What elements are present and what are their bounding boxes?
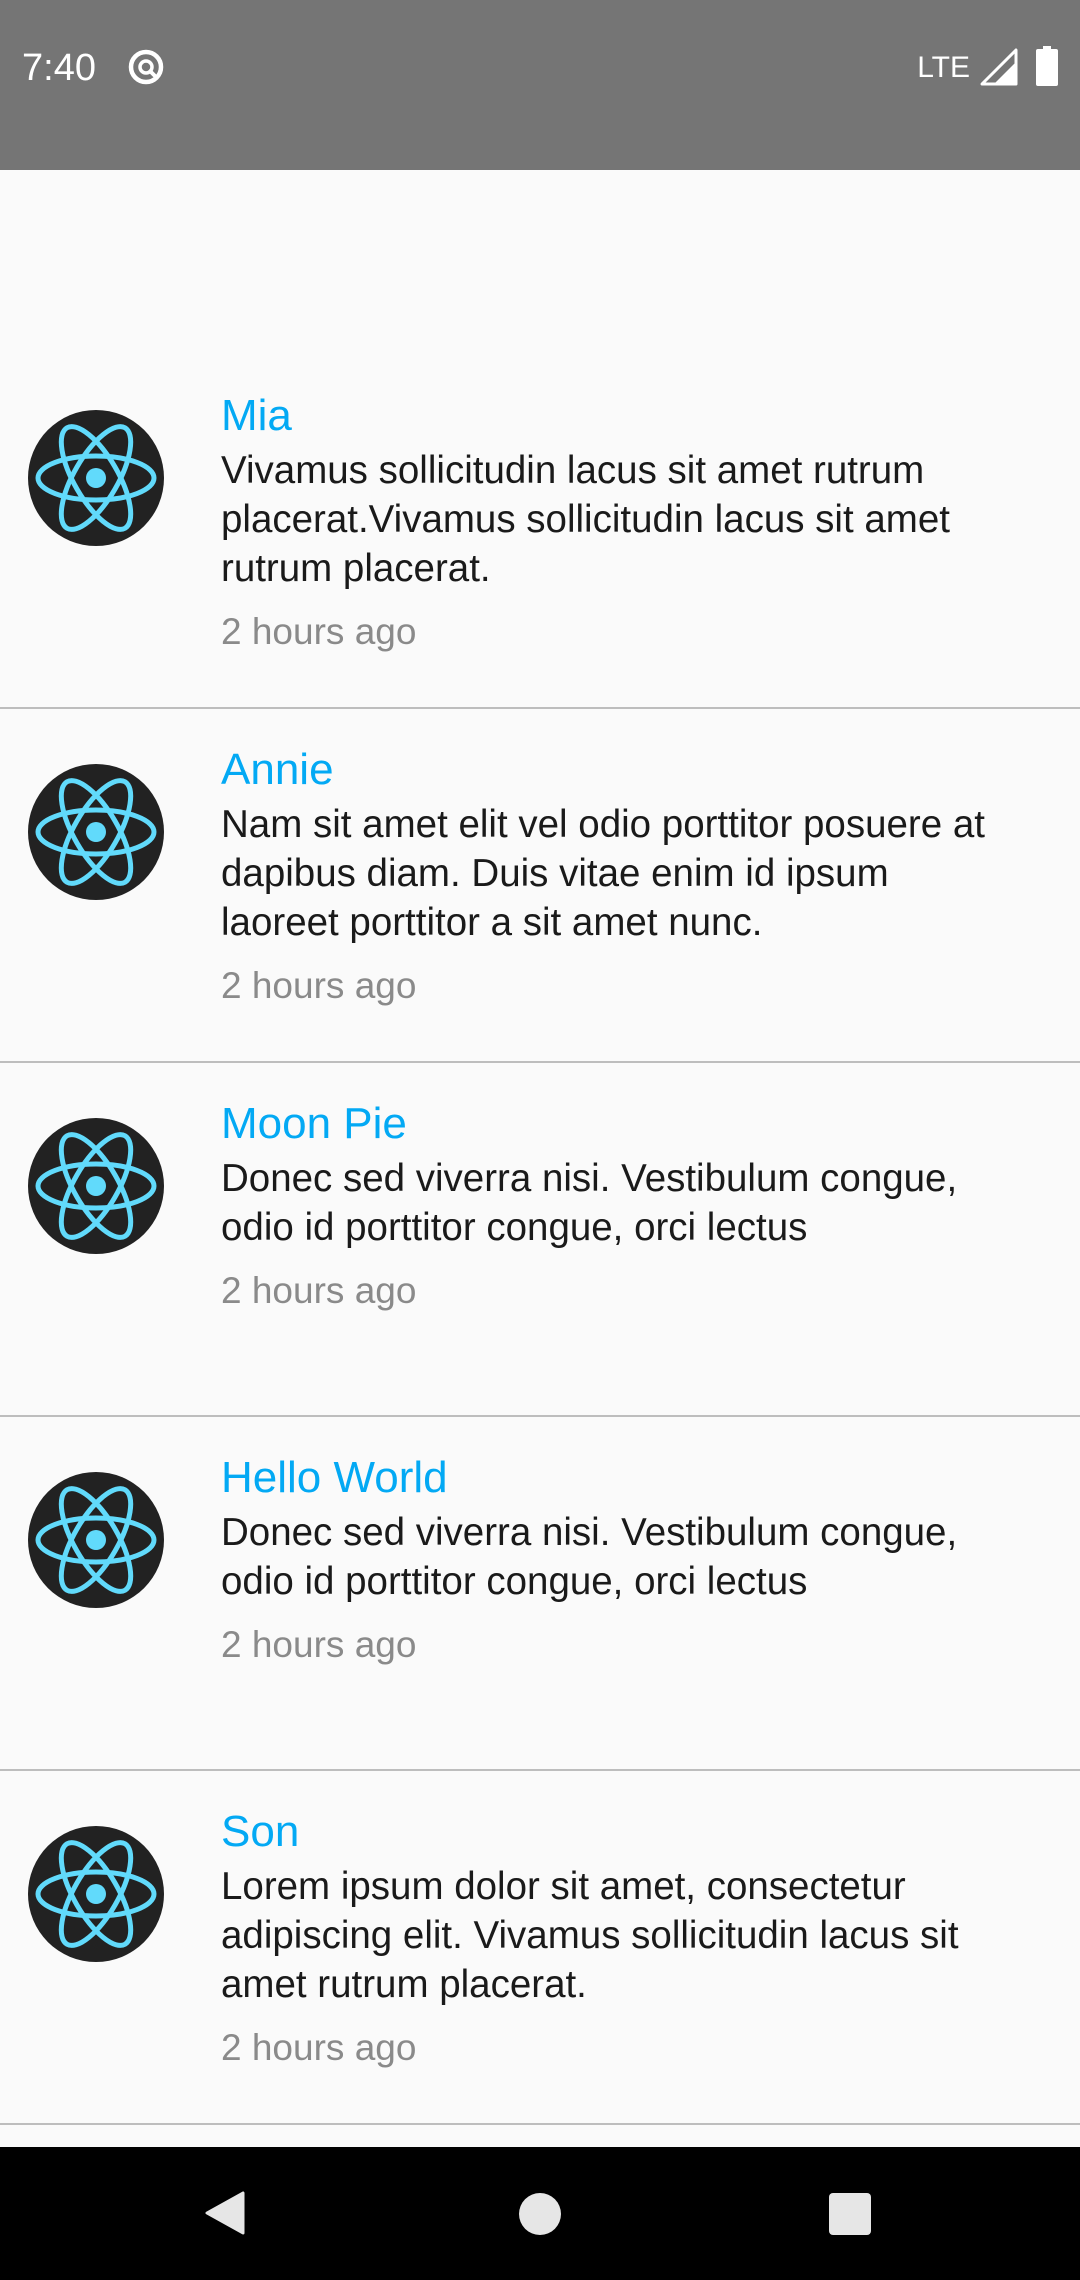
- avatar: [28, 764, 164, 900]
- list-item[interactable]: Moon Pie Donec sed viverra nisi. Vestibul…: [0, 1063, 1080, 1417]
- status-bar: 7:40 LTE: [0, 0, 1080, 170]
- screen: 7:40 LTE adipiscing elit. Vivamus sollic…: [0, 0, 1080, 2280]
- react-logo-icon: [35, 1486, 157, 1594]
- react-logo-icon: [35, 1132, 157, 1240]
- list-item-text: Annie Nam sit amet elit vel odio porttito…: [221, 741, 1001, 1010]
- list-item-name: Moon Pie: [221, 1099, 407, 1148]
- status-time: 7:40: [22, 47, 96, 89]
- list-item-timestamp: 2 hours ago: [221, 1270, 417, 1311]
- list-item-message: Vivamus sollicitudin lacus sit amet rutr…: [221, 449, 950, 590]
- list-item-message: Lorem ipsum dolor sit amet, consectetur …: [221, 1865, 959, 2006]
- list-item-text: Moon Pie Donec sed viverra nisi. Vestibul…: [221, 1095, 1001, 1315]
- back-icon[interactable]: [203, 2191, 247, 2235]
- list-item-message: Donec sed viverra nisi. Vestibulum congu…: [221, 1157, 958, 1249]
- list-item-timestamp: 2 hours ago: [221, 965, 417, 1006]
- list-item-text: Son Lorem ipsum dolor sit amet, consectet…: [221, 1803, 1001, 2072]
- list-item[interactable]: Mia Vivamus sollicitudin lacus sit amet r…: [0, 355, 1080, 709]
- list-item-message: Nam sit amet elit vel odio porttitor pos…: [221, 803, 985, 944]
- signal-icon: [980, 48, 1018, 86]
- avatar: [28, 1118, 164, 1254]
- list-item[interactable]: Son Lorem ipsum dolor sit amet, consectet…: [0, 1771, 1080, 2125]
- list-item[interactable]: Annie Nam sit amet elit vel odio porttito…: [0, 709, 1080, 1063]
- battery-icon: [1036, 46, 1058, 86]
- list-item-timestamp: 2 hours ago: [221, 1624, 417, 1665]
- sync-icon: [128, 49, 164, 85]
- list-item-text: Mia Vivamus sollicitudin lacus sit amet r…: [221, 387, 1001, 656]
- home-icon[interactable]: [519, 2193, 561, 2235]
- react-logo-icon: [35, 1840, 157, 1948]
- list-item-timestamp: 2 hours ago: [221, 611, 417, 652]
- recents-icon[interactable]: [829, 2193, 871, 2235]
- list-item-name: Hello World: [221, 1453, 448, 1502]
- avatar: [28, 1472, 164, 1608]
- list-item[interactable]: Hello World Donec sed viverra nisi. Vesti…: [0, 1417, 1080, 1771]
- list-item-name: Annie: [221, 745, 334, 794]
- react-logo-icon: [35, 778, 157, 886]
- react-logo-icon: [35, 424, 157, 532]
- navigation-bar: [0, 2147, 1080, 2280]
- list-item-name: Son: [221, 1807, 300, 1856]
- list-item-text: Hello World Donec sed viverra nisi. Vesti…: [221, 1449, 1001, 1669]
- list-item-timestamp: 2 hours ago: [221, 2027, 417, 2068]
- network-type: LTE: [917, 51, 970, 84]
- avatar: [28, 410, 164, 546]
- avatar: [28, 1826, 164, 1962]
- list-item-message: Donec sed viverra nisi. Vestibulum congu…: [221, 1511, 958, 1603]
- list-item-name: Mia: [221, 391, 292, 440]
